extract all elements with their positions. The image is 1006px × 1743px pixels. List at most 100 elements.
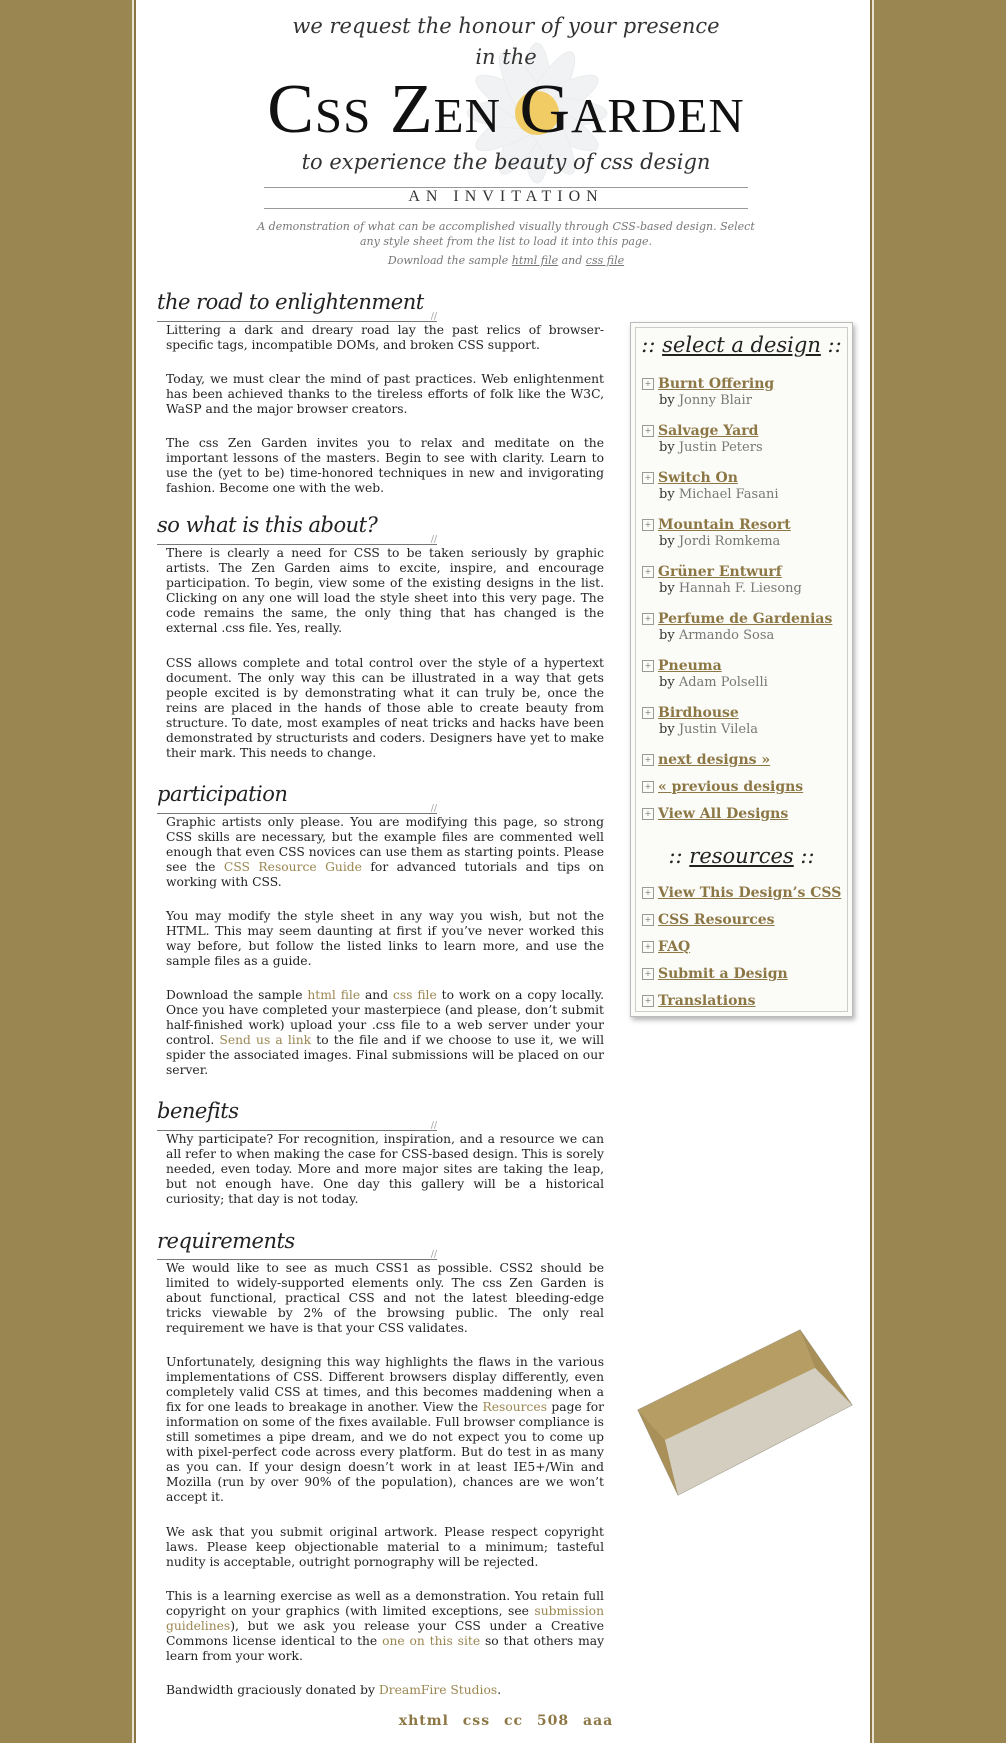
design-item[interactable]: + Switch On [642, 467, 842, 486]
design-link[interactable]: Perfume de Gardenias [658, 611, 832, 627]
design-link[interactable]: Mountain Resort [658, 517, 791, 533]
section-heading-participation: participation [157, 782, 288, 806]
design-item[interactable]: + Birdhouse [642, 702, 842, 721]
sample-html-link[interactable]: html file [307, 988, 360, 1002]
resources-heading: :: resources :: [668, 844, 815, 868]
aaa-link[interactable]: aaa [583, 1713, 613, 1729]
previous-designs-item[interactable]: + « previous designs [642, 776, 842, 795]
xhtml-link[interactable]: xhtml [399, 1713, 449, 1729]
design-link[interactable]: Burnt Offering [658, 376, 774, 392]
header-tagline-top: we request the honour of your presence [292, 14, 720, 38]
plus-icon: + [642, 377, 654, 390]
design-author: by Justin Peters [659, 440, 763, 455]
design-link[interactable]: Grüner Entwurf [658, 564, 782, 580]
design-author: by Armando Sosa [659, 628, 775, 643]
road-paragraph-2: Today, we must clear the mind of past pr… [166, 372, 604, 416]
faq-link[interactable]: FAQ [658, 939, 690, 955]
cc-link[interactable]: cc [504, 1713, 523, 1729]
section-heading-requirements: requirements [157, 1229, 295, 1253]
resource-item[interactable]: + View This Design’s CSS [642, 882, 842, 901]
design-author: by Adam Polselli [659, 675, 768, 690]
page-summary: A demonstration of what can be accomplis… [257, 220, 755, 248]
plus-icon: + [642, 967, 654, 980]
plus-icon: + [642, 994, 654, 1007]
plus-icon: + [642, 471, 654, 484]
resource-item[interactable]: + FAQ [642, 936, 842, 955]
send-link-link[interactable]: Send us a link [219, 1033, 311, 1047]
participation-paragraph-1: Graphic artists only please. You are mod… [166, 815, 604, 889]
css-validation-link[interactable]: css [463, 1713, 490, 1729]
section-rule [157, 535, 437, 545]
design-item[interactable]: + Burnt Offering [642, 373, 842, 392]
translations-link[interactable]: Translations [658, 993, 755, 1009]
design-link[interactable]: Pneuma [658, 658, 722, 674]
design-link[interactable]: Birdhouse [658, 705, 739, 721]
about-paragraph-1: There is clearly a need for CSS to be ta… [166, 546, 604, 635]
resource-item[interactable]: + CSS Resources [642, 909, 842, 928]
header-tagline-in: in the [475, 45, 537, 69]
design-item[interactable]: + Grüner Entwurf [642, 561, 842, 580]
section-heading-benefits: benefits [157, 1099, 239, 1123]
design-author: by Justin Vilela [659, 722, 759, 737]
requirements-paragraph-1: We would like to see as much CSS1 as pos… [166, 1261, 604, 1335]
previous-designs-link[interactable]: « previous designs [658, 779, 803, 795]
page-container: we request the honour of your presence i… [132, 0, 874, 1743]
section-heading-road: the road to enlightenment [157, 290, 424, 314]
next-designs-link[interactable]: next designs » [658, 752, 770, 768]
select-design-heading: :: select a design :: [641, 333, 842, 357]
plus-icon: + [642, 706, 654, 719]
license-link[interactable]: one on this site [382, 1634, 480, 1648]
plus-icon: + [642, 753, 654, 766]
view-all-designs-item[interactable]: + View All Designs [642, 803, 842, 822]
design-author: by Michael Fasani [659, 487, 779, 502]
section-rule [157, 804, 437, 814]
design-item[interactable]: + Perfume de Gardenias [642, 608, 842, 627]
sample-css-link[interactable]: css file [393, 988, 437, 1002]
design-item[interactable]: + Mountain Resort [642, 514, 842, 533]
requirements-paragraph-4: This is a learning exercise as well as a… [166, 1589, 605, 1663]
envelope-image [637, 1329, 853, 1496]
design-item[interactable]: + Salvage Yard [642, 420, 842, 439]
css-resources-link[interactable]: CSS Resources [658, 912, 775, 928]
site-title: Css Zen Garden [267, 71, 745, 148]
plus-icon: + [642, 807, 654, 820]
resource-item[interactable]: + Submit a Design [642, 963, 842, 982]
dreamfire-link[interactable]: DreamFire Studios [379, 1683, 497, 1697]
css-file-link[interactable]: css file [586, 254, 624, 267]
bandwidth-credit: Bandwidth graciously donated by DreamFir… [166, 1683, 502, 1697]
plus-icon: + [642, 424, 654, 437]
road-paragraph-3: The css Zen Garden invites you to relax … [166, 436, 604, 495]
plus-icon: + [642, 612, 654, 625]
plus-icon: + [642, 780, 654, 793]
requirements-paragraph-3: We ask that you submit original artwork.… [166, 1525, 604, 1569]
resource-item[interactable]: + Translations [642, 990, 842, 1009]
plus-icon: + [642, 913, 654, 926]
section-508-link[interactable]: 508 [537, 1713, 569, 1729]
view-design-css-link[interactable]: View This Design’s CSS [658, 885, 841, 901]
css-resource-guide-link[interactable]: CSS Resource Guide [224, 860, 362, 874]
resources-link[interactable]: Resources [482, 1400, 547, 1414]
plus-icon: + [642, 565, 654, 578]
section-heading-about: so what is this about? [157, 513, 378, 537]
plus-icon: + [642, 518, 654, 531]
section-rule [157, 312, 437, 322]
requirements-paragraph-2: Unfortunately, designing this way highli… [166, 1355, 604, 1504]
design-item[interactable]: + Pneuma [642, 655, 842, 674]
design-link[interactable]: Switch On [658, 470, 738, 486]
download-line: Download the sample html file and css fi… [387, 254, 625, 267]
view-all-designs-link[interactable]: View All Designs [658, 806, 788, 822]
design-author: by Jordi Romkema [659, 534, 781, 549]
participation-paragraph-2: You may modify the style sheet in any wa… [166, 909, 604, 968]
submit-design-link[interactable]: Submit a Design [658, 966, 788, 982]
footer-links: xhtml css cc 508 aaa [135, 1713, 877, 1729]
design-link[interactable]: Salvage Yard [658, 423, 758, 439]
design-author: by Hannah F. Liesong [659, 581, 802, 596]
next-designs-item[interactable]: + next designs » [642, 749, 842, 768]
plus-icon: + [642, 659, 654, 672]
design-author: by Jonny Blair [659, 393, 752, 408]
plus-icon: + [642, 940, 654, 953]
road-paragraph-1: Littering a dark and dreary road lay the… [166, 323, 604, 352]
about-paragraph-2: CSS allows complete and total control ov… [166, 656, 604, 760]
divider [264, 208, 748, 209]
html-file-link[interactable]: html file [512, 254, 558, 267]
